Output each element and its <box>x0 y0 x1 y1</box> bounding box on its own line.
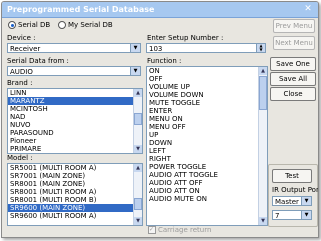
brand-list-item[interactable]: LINN <box>8 89 142 97</box>
ir-output-group: Test IR Output Port : Master ▼ 7 ▼ <box>268 164 318 227</box>
scroll-thumb[interactable] <box>134 113 142 125</box>
function-list-item[interactable]: AUDIO ATT OFF <box>147 179 267 187</box>
chevron-down-icon[interactable]: ▼ <box>301 211 311 219</box>
setup-number-value: 103 <box>149 45 163 53</box>
scroll-thumb[interactable] <box>259 76 267 110</box>
model-list-item[interactable]: SR9600 (MULTI ROOM A) <box>8 212 142 220</box>
brand-scrollbar[interactable]: ▲ ▼ <box>133 89 142 153</box>
function-list-item[interactable]: AUDIO MUTE ON <box>147 195 267 203</box>
window-title: Preprogrammed Serial Database <box>7 5 155 14</box>
carriage-return-label: Carriage return <box>158 226 212 234</box>
serial-database-window: Preprogrammed Serial Database ✕ Serial D… <box>1 1 319 238</box>
model-scrollbar[interactable]: ▲ ▼ <box>133 164 142 225</box>
chevron-down-icon[interactable]: ▼ <box>301 197 311 205</box>
function-list-item[interactable]: DOWN <box>147 139 267 147</box>
function-list-item[interactable]: UP <box>147 131 267 139</box>
next-menu-button[interactable]: Next Menu <box>273 36 315 50</box>
function-scrollbar[interactable]: ▲ ▼ <box>258 67 267 225</box>
brand-list-item[interactable]: MARANTZ <box>8 97 142 105</box>
model-list[interactable]: SR5001 (MULTI ROOM A) SR7001 (MAIN ZONE) S… <box>7 163 143 226</box>
function-list-item[interactable]: VOLUME UP <box>147 83 267 91</box>
my-serial-db-radio[interactable]: My Serial DB <box>58 21 113 30</box>
device-value: Receiver <box>10 45 41 53</box>
model-list-item[interactable]: SR8001 (MAIN ZONE) <box>8 180 142 188</box>
brand-list-item[interactable]: NUVO <box>8 121 142 129</box>
setup-number-label: Enter Setup Number : <box>147 34 224 42</box>
device-label: Device : <box>7 34 36 42</box>
chevron-down-icon[interactable]: ▼ <box>130 44 140 52</box>
close-icon[interactable]: ✕ <box>303 4 313 14</box>
function-list-item[interactable]: OFF <box>147 75 267 83</box>
scroll-up-icon[interactable]: ▲ <box>259 67 267 75</box>
function-list-item[interactable]: AUDIO ATT ON <box>147 187 267 195</box>
function-list-item[interactable]: ON <box>147 67 267 75</box>
function-list-item[interactable]: MENU OFF <box>147 123 267 131</box>
my-serial-db-label: My Serial DB <box>68 21 113 29</box>
brand-list-item[interactable]: NAD <box>8 113 142 121</box>
scroll-down-icon[interactable]: ▼ <box>134 217 142 225</box>
brand-list-item[interactable]: Pioneer <box>8 137 142 145</box>
close-button[interactable]: Close <box>270 87 316 101</box>
serial-data-from-value: AUDIO <box>10 68 33 76</box>
brand-list-item[interactable]: MCINTOSH <box>8 105 142 113</box>
serial-db-radio-dot[interactable] <box>8 21 16 29</box>
ir-port-select[interactable]: Master ▼ <box>272 196 312 206</box>
brand-label: Brand : <box>7 79 33 87</box>
function-list-item[interactable]: VOLUME DOWN <box>147 91 267 99</box>
setup-number-spinner[interactable]: ▲ ▼ <box>256 44 265 52</box>
serial-data-from-select[interactable]: AUDIO ▼ <box>7 66 141 76</box>
test-button[interactable]: Test <box>272 169 312 183</box>
function-label: Function : <box>147 57 182 65</box>
ir-output-label: IR Output Port : <box>272 186 319 194</box>
function-list[interactable]: ON OFF VOLUME UP VOLUME DOWN MUTE TOGGLE ENTE… <box>146 66 268 226</box>
function-list-item[interactable]: MENU ON <box>147 115 267 123</box>
spin-down-icon[interactable]: ▼ <box>257 48 265 52</box>
my-serial-db-radio-dot[interactable] <box>58 21 66 29</box>
scroll-up-icon[interactable]: ▲ <box>134 164 142 172</box>
model-list-item[interactable]: SR7001 (MAIN ZONE) <box>8 172 142 180</box>
model-list-item[interactable]: SR8001 (MULTI ROOM B) <box>8 196 142 204</box>
save-all-button[interactable]: Save All <box>270 72 316 86</box>
brand-list[interactable]: LINN MARANTZ MCINTOSH NAD NUVO PARASOUND Pione… <box>7 88 143 154</box>
model-list-item[interactable]: SR9600 (MAIN ZONE) <box>8 204 142 212</box>
carriage-return-checkbox[interactable]: Carriage return <box>148 225 212 235</box>
function-list-item[interactable]: AUDIO ATT TOGGLE <box>147 171 267 179</box>
scroll-thumb[interactable] <box>134 198 142 210</box>
ir-number-value: 7 <box>275 212 280 220</box>
function-list-item[interactable]: POWER TOGGLE <box>147 163 267 171</box>
setup-number-input[interactable]: 103 ▲ ▼ <box>146 43 266 53</box>
checkbox-icon[interactable] <box>148 225 156 234</box>
function-list-item[interactable]: MUTE TOGGLE <box>147 99 267 107</box>
prev-menu-button[interactable]: Prev Menu <box>273 19 315 33</box>
model-label: Model : <box>7 154 33 162</box>
brand-items: LINN MARANTZ MCINTOSH NAD NUVO PARASOUND Pione… <box>8 89 142 153</box>
window-title-bar[interactable]: Preprogrammed Serial Database ✕ <box>2 2 318 18</box>
scroll-up-icon[interactable]: ▲ <box>134 89 142 97</box>
function-list-item[interactable]: LEFT <box>147 147 267 155</box>
save-one-code-button[interactable]: Save One Code <box>270 57 316 81</box>
model-list-item[interactable]: SR8001 (MULTI ROOM A) <box>8 188 142 196</box>
brand-list-item[interactable]: PRIMARE <box>8 145 142 153</box>
ir-port-value: Master <box>275 198 299 206</box>
model-list-item[interactable]: SR5001 (MULTI ROOM A) <box>8 164 142 172</box>
chevron-down-icon[interactable]: ▼ <box>130 67 140 75</box>
ir-number-select[interactable]: 7 ▼ <box>272 210 312 220</box>
serial-db-label: Serial DB <box>18 21 51 29</box>
serial-data-from-label: Serial Data from : <box>7 57 69 65</box>
scroll-down-icon[interactable]: ▼ <box>259 217 267 225</box>
scroll-down-icon[interactable]: ▼ <box>134 145 142 153</box>
brand-list-item[interactable]: PARASOUND <box>8 129 142 137</box>
function-items: ON OFF VOLUME UP VOLUME DOWN MUTE TOGGLE ENTE… <box>147 67 267 203</box>
function-list-item[interactable]: RIGHT <box>147 155 267 163</box>
device-select[interactable]: Receiver ▼ <box>7 43 141 53</box>
function-list-item[interactable]: ENTER <box>147 107 267 115</box>
model-items: SR5001 (MULTI ROOM A) SR7001 (MAIN ZONE) S… <box>8 164 142 220</box>
serial-db-radio[interactable]: Serial DB <box>8 21 50 30</box>
